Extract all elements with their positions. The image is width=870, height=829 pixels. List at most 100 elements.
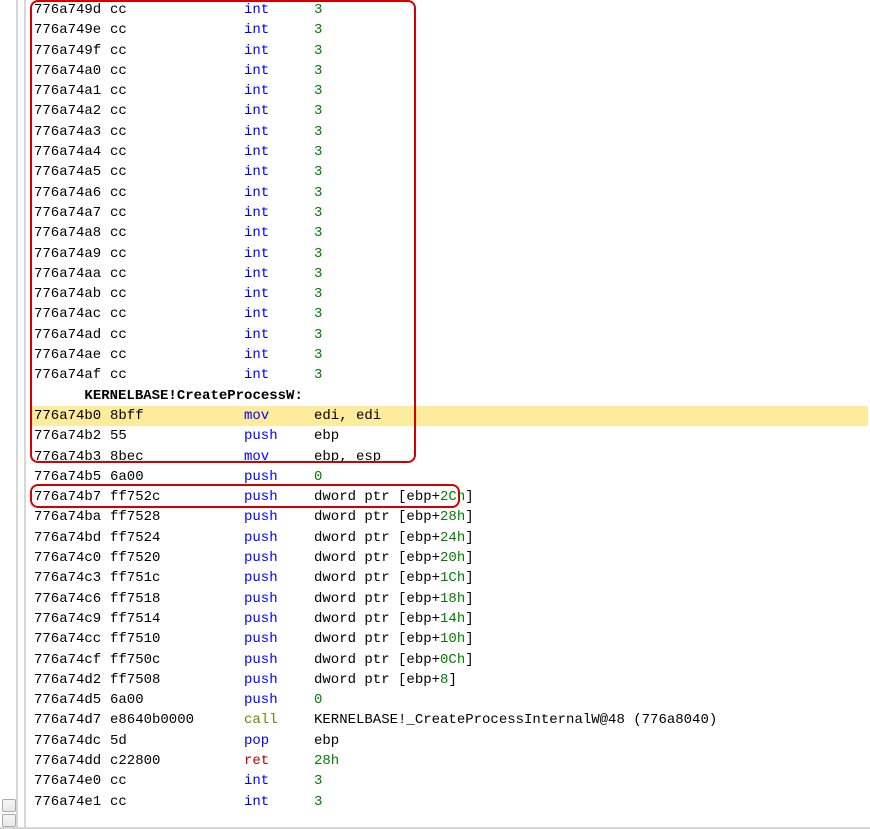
disasm-row[interactable]: 776a749dccint3: [30, 0, 868, 20]
mnemonic: int: [244, 771, 314, 791]
disasm-row[interactable]: 776a74b7ff752cpushdword ptr [ebp+2Ch]: [30, 487, 868, 507]
address: 776a74a0: [34, 61, 110, 81]
disasm-row[interactable]: 776a749fccint3: [30, 41, 868, 61]
disasm-row[interactable]: 776a74c6ff7518pushdword ptr [ebp+18h]: [30, 589, 868, 609]
operand-part: ]: [465, 509, 473, 525]
disasm-row[interactable]: 776a74c3ff751cpushdword ptr [ebp+1Ch]: [30, 568, 868, 588]
disasm-row[interactable]: 776a74e1ccint3: [30, 792, 868, 812]
scroll-up-button[interactable]: [2, 799, 16, 812]
disasm-row[interactable]: 776a74bdff7524pushdword ptr [ebp+24h]: [30, 528, 868, 548]
operand-part: 3: [314, 83, 322, 99]
operand-part: dword ptr [ebp+: [314, 509, 440, 525]
opcode-bytes: c22800: [110, 751, 244, 771]
disasm-row[interactable]: 776a74b08bffmovedi, edi: [30, 406, 868, 426]
disasm-row[interactable]: 776a74a4ccint3: [30, 142, 868, 162]
operands: 3: [314, 266, 322, 282]
address: 776a74e1: [34, 792, 110, 812]
disasm-row[interactable]: 776a74c9ff7514pushdword ptr [ebp+14h]: [30, 609, 868, 629]
opcode-bytes: cc: [110, 61, 244, 81]
opcode-bytes: 8bec: [110, 447, 244, 467]
operands: ebp: [314, 428, 339, 444]
operands: dword ptr [ebp+18h]: [314, 591, 474, 607]
disasm-row[interactable]: 776a74d56a00push0: [30, 690, 868, 710]
operand-part: 3: [314, 286, 322, 302]
mnemonic: int: [244, 41, 314, 61]
disasm-row[interactable]: 776a74dc5dpopebp: [30, 731, 868, 751]
disasm-row[interactable]: 776a74cfff750cpushdword ptr [ebp+0Ch]: [30, 650, 868, 670]
operand-part: 0Ch: [440, 652, 465, 668]
disasm-row[interactable]: 776a74d2ff7508pushdword ptr [ebp+8]: [30, 670, 868, 690]
disasm-row[interactable]: 776a749eccint3: [30, 20, 868, 40]
operand-part: 3: [314, 22, 322, 38]
operand-part: 3: [314, 124, 322, 140]
disasm-row[interactable]: 776a74baff7528pushdword ptr [ebp+28h]: [30, 507, 868, 527]
disasm-row[interactable]: 776a74abccint3: [30, 284, 868, 304]
operand-part: 3: [314, 225, 322, 241]
disasm-row[interactable]: 776a74a7ccint3: [30, 203, 868, 223]
disasm-row[interactable]: 776a74acccint3: [30, 304, 868, 324]
disasm-row[interactable]: 776a74a8ccint3: [30, 223, 868, 243]
operand-part: 1Ch: [440, 570, 465, 586]
operands: dword ptr [ebp+28h]: [314, 509, 474, 525]
mnemonic: int: [244, 203, 314, 223]
operands: 3: [314, 205, 322, 221]
opcode-bytes: cc: [110, 792, 244, 812]
operand-part: 3: [314, 164, 322, 180]
disasm-row[interactable]: 776a74b255pushebp: [30, 426, 868, 446]
operands: dword ptr [ebp+24h]: [314, 530, 474, 546]
opcode-bytes: cc: [110, 264, 244, 284]
disasm-row[interactable]: 776a74c0ff7520pushdword ptr [ebp+20h]: [30, 548, 868, 568]
operands: 3: [314, 124, 322, 140]
opcode-bytes: cc: [110, 122, 244, 142]
operand-part: 10h: [440, 631, 465, 647]
disasm-row[interactable]: 776a74adccint3: [30, 325, 868, 345]
operand-part: 3: [314, 103, 322, 119]
disasm-row[interactable]: 776a74a0ccint3: [30, 61, 868, 81]
mnemonic: push: [244, 650, 314, 670]
disassembly-view[interactable]: 776a749dccint3776a749eccint3776a749fccin…: [30, 0, 868, 827]
disasm-row[interactable]: 776a74aaccint3: [30, 264, 868, 284]
disasm-row[interactable]: 776a74a5ccint3: [30, 162, 868, 182]
disasm-row[interactable]: 776a74a2ccint3: [30, 101, 868, 121]
disasm-row[interactable]: 776a74aeccint3: [30, 345, 868, 365]
mnemonic: pop: [244, 731, 314, 751]
opcode-bytes: cc: [110, 162, 244, 182]
disasm-row[interactable]: 776a74a1ccint3: [30, 81, 868, 101]
operand-part: 0: [314, 469, 322, 485]
address: 776a74ac: [34, 304, 110, 324]
operands: 3: [314, 347, 322, 363]
opcode-bytes: 8bff: [110, 406, 244, 426]
operand-part: dword ptr [ebp+: [314, 652, 440, 668]
address: 776a749d: [34, 0, 110, 20]
disasm-row[interactable]: 776a74b38becmovebp, esp: [30, 447, 868, 467]
disasm-row[interactable]: 776a74a9ccint3: [30, 244, 868, 264]
mnemonic: push: [244, 609, 314, 629]
address: 776a74a4: [34, 142, 110, 162]
operand-part: ebp, esp: [314, 449, 381, 465]
disasm-row[interactable]: 776a74ddc22800ret28h: [30, 751, 868, 771]
address: 776a74ad: [34, 325, 110, 345]
disasm-row[interactable]: 776a74d7e8640b0000callKERNELBASE!_Create…: [30, 710, 868, 730]
operands: dword ptr [ebp+2Ch]: [314, 489, 474, 505]
address: 776a74b5: [34, 467, 110, 487]
disasm-row[interactable]: 776a74a3ccint3: [30, 122, 868, 142]
address: 776a74a7: [34, 203, 110, 223]
opcode-bytes: ff7518: [110, 589, 244, 609]
operand-part: 3: [314, 347, 322, 363]
disasm-row[interactable]: 776a74ccff7510pushdword ptr [ebp+10h]: [30, 629, 868, 649]
operands: dword ptr [ebp+14h]: [314, 611, 474, 627]
disasm-row[interactable]: 776a74a6ccint3: [30, 183, 868, 203]
mnemonic: push: [244, 568, 314, 588]
address: 776a74c0: [34, 548, 110, 568]
disasm-row[interactable]: 776a74e0ccint3: [30, 771, 868, 791]
address: 776a74a5: [34, 162, 110, 182]
disasm-row[interactable]: 776a74b56a00push0: [30, 467, 868, 487]
operand-part: ]: [465, 570, 473, 586]
address: 776a74aa: [34, 264, 110, 284]
operand-part: 0: [314, 692, 322, 708]
disasm-row[interactable]: 776a74afccint3: [30, 365, 868, 385]
operands: KERNELBASE!_CreateProcessInternalW@48 (7…: [314, 712, 717, 728]
scroll-down-button[interactable]: [2, 814, 16, 827]
gutter: [0, 0, 26, 829]
symbol-label-row[interactable]: KERNELBASE!CreateProcessW:: [30, 386, 868, 406]
